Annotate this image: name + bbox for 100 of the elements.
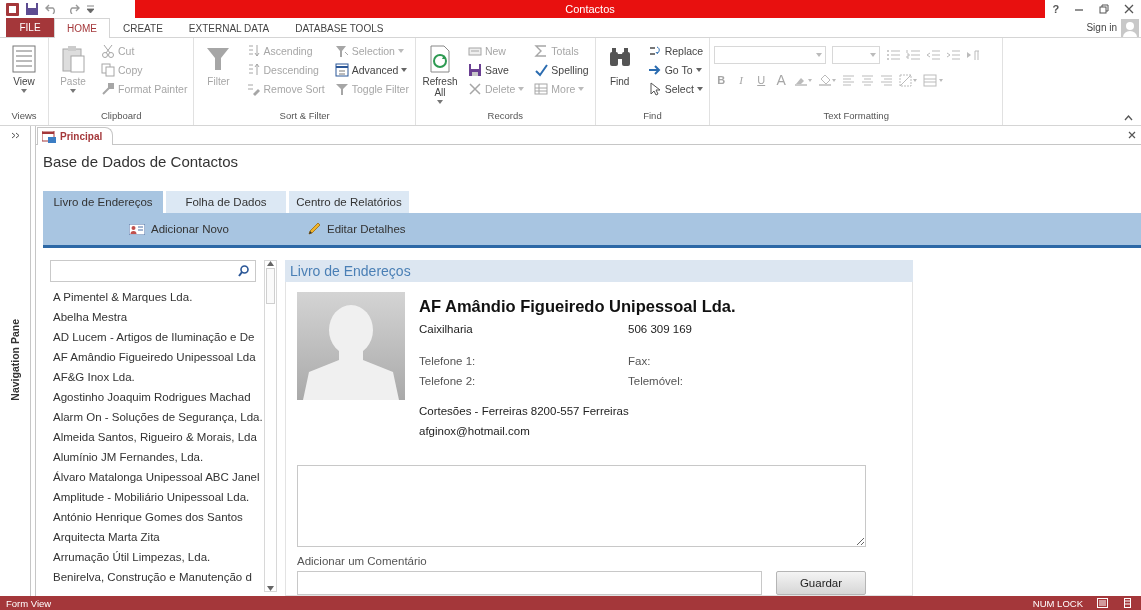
address-text: Cortesões - Ferreiras 8200-557 Ferreiras <box>419 404 630 419</box>
list-item[interactable]: AF&G Inox Lda. <box>50 367 264 387</box>
caret-icon <box>695 67 702 72</box>
scroll-down-icon[interactable] <box>267 586 274 591</box>
brush-icon <box>101 81 115 96</box>
gridlines-icon[interactable] <box>899 73 918 87</box>
form-icon <box>42 130 56 143</box>
form-tab[interactable]: Folha de Dados <box>166 191 286 213</box>
ribbon-button[interactable]: Spelling <box>532 61 591 78</box>
form-tab[interactable]: Centro de Relatórios <box>289 191 409 213</box>
action-button[interactable]: Editar Detalhes <box>301 221 412 237</box>
list-item[interactable]: AD Lucem - Artigos de Iluminação e De <box>50 327 264 347</box>
ribbon-button[interactable]: View <box>4 42 44 110</box>
ribbon-button[interactable]: Advanced <box>332 61 411 78</box>
submit-comment-button[interactable]: Guardar <box>776 571 866 595</box>
ribbon-button[interactable]: Find <box>599 42 640 110</box>
caret-icon <box>696 86 703 91</box>
ribbon-tab[interactable]: EXTERNAL DATA <box>175 18 283 38</box>
scroll-up-icon[interactable] <box>267 261 274 266</box>
ribbon-button[interactable]: Replace <box>645 42 706 59</box>
caret-icon <box>518 86 525 91</box>
comments-box[interactable] <box>297 465 866 547</box>
help-button[interactable]: ? <box>1052 3 1060 15</box>
scrollbar[interactable] <box>264 260 277 592</box>
status-text: Form View <box>6 597 52 609</box>
list-item[interactable]: Alumínio JM Fernandes, Lda. <box>50 447 264 467</box>
pencil-icon <box>307 222 321 236</box>
email-text: afginox@hotmail.com <box>419 424 531 439</box>
check-icon <box>534 62 549 77</box>
list-item[interactable]: AF Amândio Figueiredo Unipessoal Lda <box>50 347 264 367</box>
list-item[interactable]: Arrumação Útil Limpezas, Lda. <box>50 547 264 567</box>
font-size-dropdown[interactable] <box>832 46 881 64</box>
group-label: Text Formatting <box>822 110 890 123</box>
search-field[interactable] <box>50 260 256 282</box>
file-tab[interactable]: FILE <box>6 18 54 37</box>
ribbon-tab[interactable]: HOME <box>54 18 110 38</box>
sign-in-link[interactable]: Sign in <box>1086 22 1117 33</box>
close-icon[interactable] <box>1123 4 1134 14</box>
save-icon[interactable] <box>26 3 38 15</box>
form-tab[interactable]: Livro de Endereços <box>43 191 163 213</box>
save-icon <box>467 62 482 77</box>
search-icon[interactable] <box>238 265 249 277</box>
contact-name: AF Amândio Figueiredo Unipessoal Lda. <box>419 297 737 317</box>
form-view-icon[interactable] <box>1097 598 1108 608</box>
form-title: Base de Dados de Contactos <box>43 153 240 172</box>
list-item[interactable]: Almeida Santos, Rigueiro & Morais, Lda <box>50 427 264 447</box>
customize-icon[interactable] <box>87 5 94 13</box>
list-item[interactable]: Alarm On - Soluções de Segurança, Lda. <box>50 407 264 427</box>
font-name-dropdown[interactable] <box>714 46 827 64</box>
funnel-icon <box>334 43 349 58</box>
list-item[interactable]: Benirelva, Construção e Manutenção d <box>50 567 264 587</box>
app-logo-icon[interactable] <box>6 2 19 16</box>
list-item[interactable]: A Pimentel & Marques Lda. <box>50 287 264 307</box>
row-color-icon[interactable] <box>923 73 944 87</box>
caret-icon <box>21 89 27 93</box>
group-label: Records <box>486 110 524 123</box>
ribbon-button[interactable]: Refresh All <box>419 42 460 110</box>
numbered-list-icon[interactable] <box>906 49 921 61</box>
eraser-icon <box>246 81 261 96</box>
sort-icon <box>246 43 261 58</box>
caret-icon <box>870 53 877 57</box>
delete-icon <box>467 81 482 96</box>
status-text: NUM LOCK <box>1032 597 1083 609</box>
bullet-list-icon[interactable] <box>886 49 901 61</box>
list-item[interactable]: Álvaro Matalonga Unipessoal ABC Janel <box>50 467 264 487</box>
list-item[interactable]: Arquitecta Marta Zita <box>50 527 264 547</box>
panel-header: Livro de Endereços <box>285 260 913 282</box>
cursor-icon <box>647 81 662 96</box>
restore-icon[interactable] <box>1098 4 1109 14</box>
tax-id-text: 506 309 169 <box>628 322 693 337</box>
field-label: Telemóvel: <box>628 374 684 389</box>
scroll-thumb[interactable] <box>266 268 275 304</box>
ribbon-tab[interactable]: DATABASE TOOLS <box>282 18 397 38</box>
outdent-icon[interactable] <box>926 49 941 61</box>
align-right-icon[interactable] <box>880 74 894 86</box>
caret-icon <box>816 53 823 57</box>
ribbon-button[interactable]: Select <box>645 80 706 97</box>
caret-icon <box>70 89 76 93</box>
ribbon-button[interactable]: Go To <box>645 61 706 78</box>
expand-icon[interactable] <box>10 132 20 139</box>
list-item[interactable]: Amplitude - Mobiliário Unipessoal Lda. <box>50 487 264 507</box>
fill-color-icon[interactable] <box>818 74 837 86</box>
design-view-icon[interactable] <box>1122 598 1133 608</box>
ribbon-button[interactable]: Save <box>465 61 527 78</box>
caret-icon <box>578 86 585 91</box>
arrow-icon <box>647 62 662 77</box>
ribbon-tab[interactable]: CREATE <box>110 18 176 38</box>
close-icon[interactable] <box>1128 131 1136 139</box>
comment-field[interactable] <box>297 571 762 595</box>
list-item[interactable]: António Henrique Gomes dos Santos <box>50 507 264 527</box>
collapse-icon[interactable] <box>1124 115 1133 121</box>
align-center-icon[interactable] <box>861 74 875 86</box>
navigation-pane-label[interactable]: Navigation Pane <box>9 319 21 401</box>
action-button[interactable]: Adicionar Novo <box>123 222 235 236</box>
indent-icon[interactable] <box>946 49 961 61</box>
document-tab[interactable]: Principal <box>37 127 114 145</box>
align-left-icon[interactable] <box>842 74 856 86</box>
caret-icon <box>401 67 408 72</box>
list-item[interactable]: Abelha Mestra <box>50 307 264 327</box>
list-item[interactable]: Agostinho Joaquim Rodrigues Machad <box>50 387 264 407</box>
